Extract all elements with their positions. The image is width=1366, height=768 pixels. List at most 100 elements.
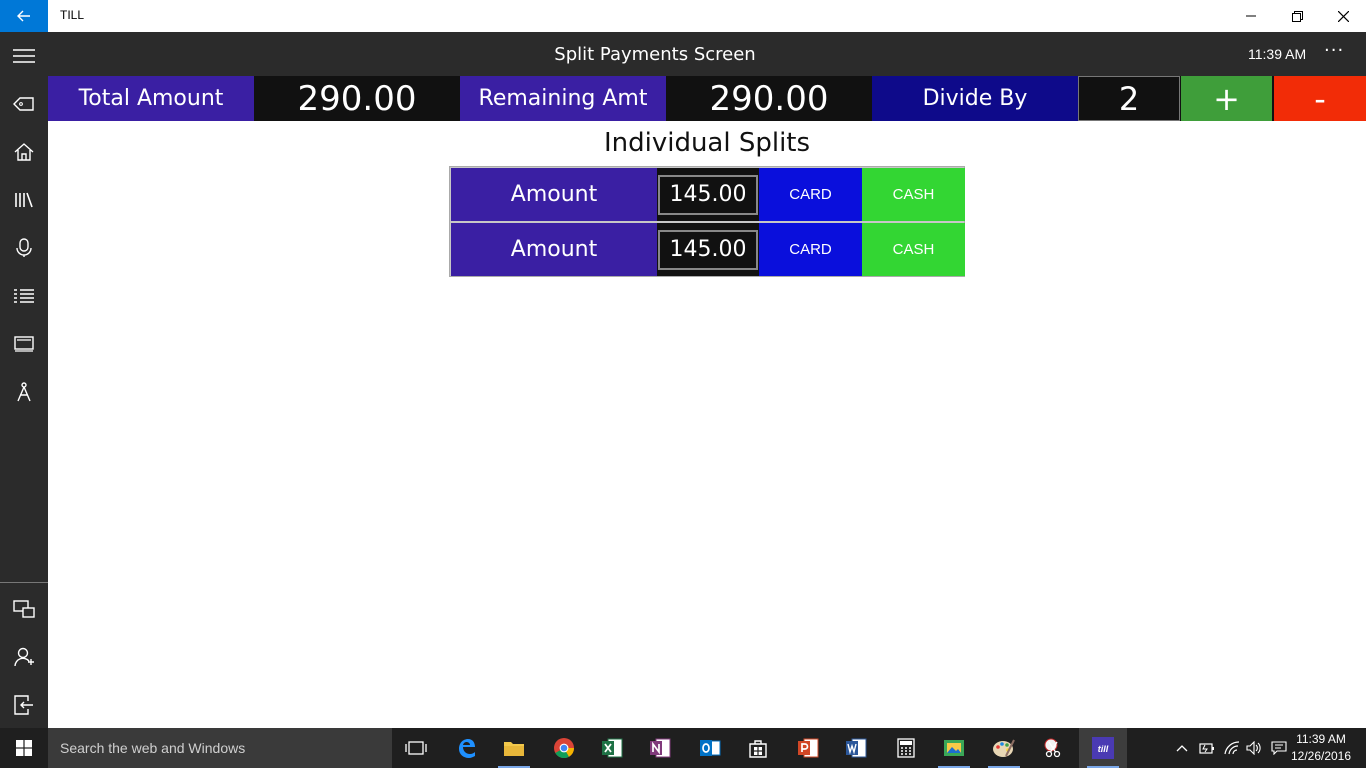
nav-screen-button[interactable] <box>0 320 48 368</box>
wifi-icon <box>1224 741 1240 755</box>
pay-card-button[interactable]: CARD <box>759 168 862 221</box>
sign-out-icon <box>14 695 33 715</box>
outlook-icon <box>700 740 721 756</box>
taskbar-date: 12/26/2016 <box>1290 749 1352 763</box>
calculator-icon <box>897 738 915 758</box>
start-button[interactable] <box>0 728 48 768</box>
split-amount-cell: 145.00 <box>657 168 759 221</box>
onenote-icon <box>650 738 671 758</box>
battery-icon <box>1199 743 1214 754</box>
increase-divide-button[interactable]: + <box>1181 76 1272 121</box>
taskbar-time: 11:39 AM <box>1296 732 1346 746</box>
window-title-bar: TILL <box>0 0 1366 32</box>
taskbar-clock[interactable]: 11:39 AM 12/26/2016 <box>1290 731 1352 765</box>
store-bag-icon <box>749 740 767 758</box>
back-button[interactable] <box>0 0 48 32</box>
nav-person-button[interactable] <box>0 368 48 416</box>
word-icon <box>846 738 867 758</box>
photo-app-button[interactable] <box>930 728 978 768</box>
hamburger-icon <box>13 49 35 63</box>
calculator-button[interactable] <box>882 728 930 768</box>
edge-icon <box>459 739 475 758</box>
till-app-icon: till <box>1092 737 1114 759</box>
home-icon <box>14 143 34 161</box>
onenote-button[interactable] <box>636 728 684 768</box>
nav-signout-button[interactable] <box>0 681 48 729</box>
minimize-button[interactable] <box>1228 0 1274 32</box>
store-button[interactable] <box>734 728 782 768</box>
more-options-button[interactable]: ··· <box>1324 40 1344 61</box>
scissors-icon <box>1044 738 1061 758</box>
devices-icon <box>13 600 35 618</box>
paint-palette-icon <box>993 739 1015 757</box>
network-status[interactable] <box>1220 728 1244 768</box>
chrome-button[interactable] <box>540 728 588 768</box>
taskbar: Search the web and Windows till 11:39 AM… <box>0 728 1366 768</box>
action-center-button[interactable] <box>1268 728 1290 768</box>
remaining-amount-label: Remaining Amt <box>460 76 666 121</box>
till-app-button[interactable]: till <box>1079 728 1127 768</box>
hamburger-menu-button[interactable] <box>0 32 48 80</box>
volume-control[interactable] <box>1244 728 1266 768</box>
split-amount-input[interactable]: 145.00 <box>658 229 758 270</box>
paint-button[interactable] <box>980 728 1028 768</box>
pay-cash-button[interactable]: CASH <box>862 223 965 276</box>
header-clock: 11:39 AM <box>1248 46 1307 62</box>
remaining-amount-value: 290.00 <box>666 76 872 121</box>
account-icon <box>14 647 34 667</box>
chevron-up-icon <box>1176 745 1188 752</box>
left-nav <box>0 32 48 728</box>
edge-browser-button[interactable] <box>442 728 490 768</box>
nav-home-button[interactable] <box>0 128 48 176</box>
tag-icon <box>13 97 34 111</box>
divide-by-input[interactable]: 2 <box>1078 76 1180 121</box>
nav-account-button[interactable] <box>0 633 48 681</box>
divide-by-label: Divide By <box>872 76 1078 121</box>
nav-library-button[interactable] <box>0 176 48 224</box>
split-amount-input[interactable]: 145.00 <box>658 174 758 215</box>
task-view-button[interactable] <box>392 728 440 768</box>
app-header: Split Payments Screen 11:39 AM ··· <box>48 32 1366 76</box>
split-amount-label: Amount <box>451 223 657 276</box>
minimize-icon <box>1246 15 1256 17</box>
close-button[interactable] <box>1320 0 1366 32</box>
powerpoint-icon <box>798 738 819 758</box>
decrease-divide-button[interactable]: - <box>1274 76 1366 121</box>
pay-card-button[interactable]: CARD <box>759 223 862 276</box>
snipping-tool-button[interactable] <box>1030 728 1078 768</box>
pay-cash-button[interactable]: CASH <box>862 168 965 221</box>
excel-icon <box>602 738 623 758</box>
restore-icon <box>1291 10 1303 22</box>
splits-table: Amount 145.00 CARD CASH Amount 145.00 CA… <box>449 166 965 277</box>
nav-list-button[interactable] <box>0 272 48 320</box>
split-row: Amount 145.00 CARD CASH <box>451 168 965 221</box>
screen-title: Split Payments Screen <box>554 44 756 65</box>
folder-icon <box>504 742 524 756</box>
excel-button[interactable] <box>588 728 636 768</box>
nav-microphone-button[interactable] <box>0 224 48 272</box>
total-amount-value: 290.00 <box>254 76 460 121</box>
battery-status[interactable] <box>1196 728 1218 768</box>
file-explorer-button[interactable] <box>490 728 538 768</box>
show-hidden-icons-button[interactable] <box>1172 728 1192 768</box>
totals-bar: Total Amount 290.00 Remaining Amt 290.00… <box>48 76 1366 121</box>
svg-text:till: till <box>1098 744 1109 754</box>
close-icon <box>1337 10 1349 22</box>
restore-button[interactable] <box>1274 0 1320 32</box>
split-amount-label: Amount <box>451 168 657 221</box>
app-title: TILL <box>60 8 85 22</box>
total-amount-label: Total Amount <box>48 76 254 121</box>
splits-title: Individual Splits <box>603 128 811 158</box>
split-row: Amount 145.00 CARD CASH <box>451 223 965 276</box>
library-icon <box>15 192 33 208</box>
word-button[interactable] <box>832 728 880 768</box>
nav-tag-button[interactable] <box>0 80 48 128</box>
taskbar-search-input[interactable]: Search the web and Windows <box>48 728 392 768</box>
powerpoint-button[interactable] <box>784 728 832 768</box>
nav-devices-button[interactable] <box>0 585 48 633</box>
microphone-icon <box>16 238 32 257</box>
photo-icon <box>944 740 964 756</box>
screen-icon <box>14 336 34 352</box>
outlook-button[interactable] <box>686 728 734 768</box>
list-icon <box>14 289 34 303</box>
